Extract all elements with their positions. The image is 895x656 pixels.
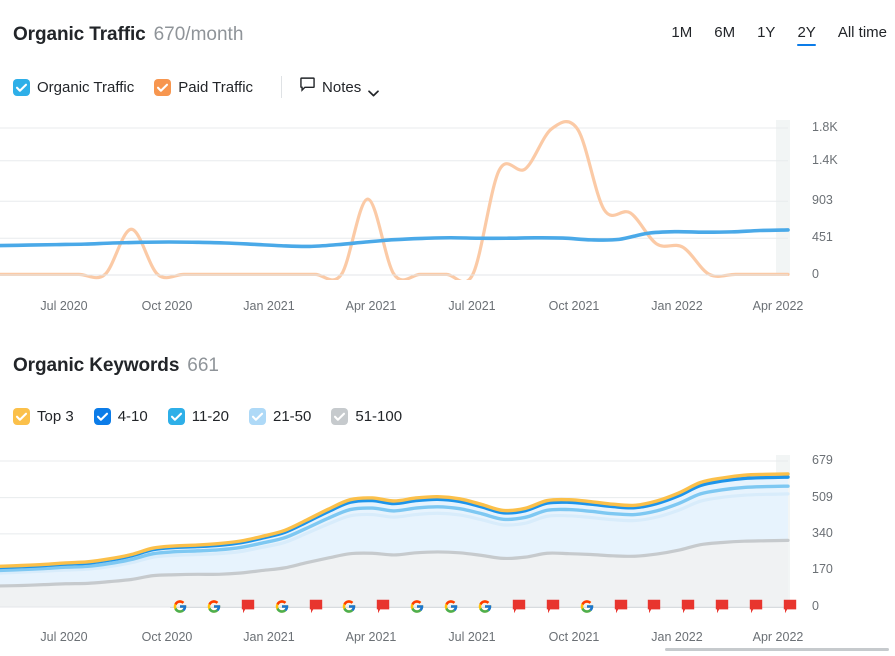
organic-keywords-legend: Top 3 4-10 11-20 21-50 51-100 <box>13 408 422 425</box>
x-axis-label: Jul 2021 <box>448 299 495 313</box>
x-axis-label: Jul 2020 <box>40 630 87 644</box>
x-axis-label: Jul 2020 <box>40 299 87 313</box>
note-flag-icon[interactable] <box>376 599 390 615</box>
keyword-legend-toggle-21-50[interactable]: 21-50 <box>249 408 311 425</box>
page-title: Organic Traffic <box>13 24 146 46</box>
organic-traffic-value: 670/month <box>154 24 244 46</box>
google-icon[interactable] <box>274 599 289 614</box>
legend-toggle-paid-traffic[interactable]: Paid Traffic <box>154 79 253 96</box>
note-flag-icon[interactable] <box>783 599 797 615</box>
note-flag-icon[interactable] <box>647 599 661 615</box>
x-axis-label: Apr 2022 <box>753 630 804 644</box>
google-icon[interactable] <box>478 599 493 614</box>
x-axis-label: Oct 2021 <box>549 299 600 313</box>
note-flag-icon[interactable] <box>512 599 526 615</box>
y-axis-label: 903 <box>812 193 833 207</box>
keyword-legend-toggle-top-3[interactable]: Top 3 <box>13 408 74 425</box>
notes-label: Notes <box>322 79 361 96</box>
note-flag-icon[interactable] <box>715 599 729 615</box>
legend-label: 11-20 <box>192 408 229 425</box>
legend-label: Top 3 <box>37 408 74 425</box>
organic-keywords-value: 661 <box>187 355 219 377</box>
google-icon[interactable] <box>579 599 594 614</box>
organic-traffic-legend: Organic Traffic Paid Traffic Notes <box>13 76 379 98</box>
x-axis-label: Jul 2021 <box>448 630 495 644</box>
range-option-6m[interactable]: 6M <box>714 24 735 46</box>
google-icon[interactable] <box>410 599 425 614</box>
note-flag-icon[interactable] <box>614 599 628 615</box>
x-axis-label: Apr 2021 <box>346 630 397 644</box>
annotation-markers[interactable] <box>0 599 895 615</box>
google-icon[interactable] <box>173 599 188 614</box>
legend-label: 51-100 <box>355 408 402 425</box>
x-axis-label: Jan 2021 <box>243 630 294 644</box>
google-icon[interactable] <box>342 599 357 614</box>
y-axis-label: 509 <box>812 490 833 504</box>
y-axis-label: 340 <box>812 526 833 540</box>
organic-keywords-title: Organic Keywords <box>13 355 179 377</box>
speech-bubble-icon <box>300 77 315 97</box>
x-axis-label: Apr 2021 <box>346 299 397 313</box>
checkbox-icon[interactable] <box>331 408 348 425</box>
organic-traffic-header: Organic Traffic 670/month <box>13 24 243 46</box>
x-axis-label: Apr 2022 <box>753 299 804 313</box>
checkbox-icon[interactable] <box>13 408 30 425</box>
note-flag-icon[interactable] <box>309 599 323 615</box>
horizontal-scrollbar[interactable] <box>665 648 889 651</box>
y-axis-label: 170 <box>812 562 833 576</box>
note-flag-icon[interactable] <box>546 599 560 615</box>
organic-keywords-chart[interactable]: 6795093401700 <box>0 455 895 615</box>
google-icon[interactable] <box>444 599 459 614</box>
x-axis-label: Jan 2022 <box>651 630 702 644</box>
checkbox-icon[interactable] <box>249 408 266 425</box>
legend-label: 21-50 <box>273 408 311 425</box>
analytics-dashboard: Organic Traffic 670/month 1M 6M 1Y 2Y All ti… <box>0 0 895 656</box>
legend-label: Organic Traffic <box>37 79 134 96</box>
range-option-1y[interactable]: 1Y <box>757 24 775 46</box>
note-flag-icon[interactable] <box>681 599 695 615</box>
y-axis-label: 679 <box>812 453 833 467</box>
organic-keywords-header: Organic Keywords 661 <box>13 355 219 377</box>
checkbox-icon[interactable] <box>13 79 30 96</box>
organic-keywords-x-axis: Jul 2020 Oct 2020 Jan 2021 Apr 2021 Jul 2021… <box>0 630 895 648</box>
keyword-legend-toggle-11-20[interactable]: 11-20 <box>168 408 229 425</box>
chevron-down-icon <box>368 84 379 91</box>
range-option-2y[interactable]: 2Y <box>797 24 815 46</box>
keyword-legend-toggle-51-100[interactable]: 51-100 <box>331 408 402 425</box>
checkbox-icon[interactable] <box>168 408 185 425</box>
note-flag-icon[interactable] <box>241 599 255 615</box>
checkbox-icon[interactable] <box>94 408 111 425</box>
y-axis-label: 451 <box>812 230 833 244</box>
x-axis-label: Jan 2022 <box>651 299 702 313</box>
note-flag-icon[interactable] <box>749 599 763 615</box>
legend-label: Paid Traffic <box>178 79 253 96</box>
y-axis-label: 0 <box>812 267 819 281</box>
notes-dropdown-button[interactable]: Notes <box>300 77 379 97</box>
range-option-1m[interactable]: 1M <box>671 24 692 46</box>
x-axis-label: Oct 2021 <box>549 630 600 644</box>
y-axis-label: 1.4K <box>812 153 838 167</box>
organic-traffic-chart[interactable]: 1.8K 1.4K 903 451 0 <box>0 120 895 280</box>
date-range-selector[interactable]: 1M 6M 1Y 2Y All time <box>671 24 887 46</box>
checkbox-icon[interactable] <box>154 79 171 96</box>
legend-toggle-organic-traffic[interactable]: Organic Traffic <box>13 79 134 96</box>
legend-label: 4-10 <box>118 408 148 425</box>
keyword-legend-toggle-4-10[interactable]: 4-10 <box>94 408 148 425</box>
organic-traffic-x-axis: Jul 2020 Oct 2020 Jan 2021 Apr 2021 Jul 2021… <box>0 299 895 317</box>
legend-divider <box>281 76 282 98</box>
google-icon[interactable] <box>206 599 221 614</box>
x-axis-label: Jan 2021 <box>243 299 294 313</box>
x-axis-label: Oct 2020 <box>142 630 193 644</box>
y-axis-label: 1.8K <box>812 120 838 134</box>
x-axis-label: Oct 2020 <box>142 299 193 313</box>
range-option-all-time[interactable]: All time <box>838 24 887 46</box>
